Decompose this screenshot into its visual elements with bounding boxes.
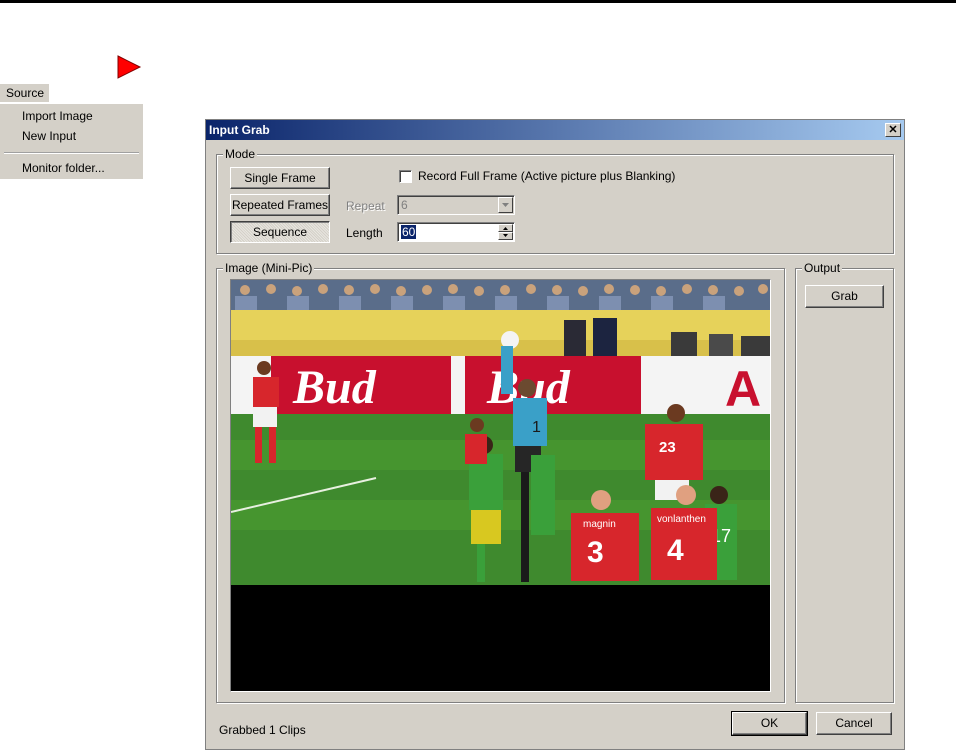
spin-up-icon[interactable]	[498, 224, 513, 232]
output-legend: Output	[802, 261, 843, 275]
menu-item-new-input[interactable]: New Input	[22, 127, 76, 145]
sequence-button[interactable]: Sequence	[230, 221, 330, 243]
record-full-frame-checkbox[interactable]	[399, 170, 412, 183]
shirt-1: 1	[532, 419, 541, 436]
status-text: Grabbed 1 Clips	[219, 723, 306, 737]
length-value[interactable]: 60	[401, 225, 417, 239]
grab-button[interactable]: Grab	[805, 285, 884, 308]
play-icon[interactable]	[108, 48, 148, 88]
top-rule	[0, 0, 956, 3]
title-bar[interactable]: Input Grab ✕	[206, 120, 904, 140]
mini-pic-preview: Bud Bud A	[230, 279, 771, 692]
ok-button[interactable]: OK	[731, 711, 808, 736]
repeated-frames-button[interactable]: Repeated Frames	[230, 194, 330, 216]
menu-separator	[4, 152, 139, 154]
dialog-title: Input Grab	[209, 123, 270, 137]
repeat-select[interactable]: 6	[397, 195, 515, 215]
shirt-23: 23	[659, 439, 676, 456]
shirt-name-vonlanthen: vonlanthen	[657, 514, 706, 525]
menu-item-monitor-folder[interactable]: Monitor folder...	[22, 159, 105, 177]
input-grab-dialog: Input Grab ✕ Mode Single Frame Repeated …	[205, 119, 905, 750]
shirt-4: 4	[667, 534, 684, 567]
repeat-label: Repeat	[346, 199, 385, 213]
source-context-menu: Import Image New Input Monitor folder...	[0, 104, 143, 179]
repeat-value: 6	[401, 198, 408, 212]
length-label: Length	[346, 226, 383, 240]
cancel-button[interactable]: Cancel	[816, 712, 892, 735]
soccer-frame-image: Bud Bud A	[231, 280, 770, 691]
output-group: Output Grab	[795, 261, 894, 703]
source-menu-header[interactable]: Source	[0, 84, 49, 102]
image-legend: Image (Mini-Pic)	[223, 261, 315, 275]
banner-a: A	[725, 361, 761, 417]
spin-down-icon[interactable]	[498, 232, 513, 240]
shirt-name-magnin: magnin	[583, 519, 616, 530]
shirt-3: 3	[587, 536, 604, 569]
length-spinbox[interactable]: 60	[397, 222, 515, 242]
record-full-frame-label: Record Full Frame (Active picture plus B…	[418, 169, 676, 183]
menu-item-import-image[interactable]: Import Image	[22, 107, 93, 125]
single-frame-button[interactable]: Single Frame	[230, 167, 330, 189]
banner-bud-1: Bud	[292, 361, 377, 414]
close-icon[interactable]: ✕	[885, 123, 901, 137]
mode-legend: Mode	[223, 147, 258, 161]
chevron-down-icon[interactable]	[498, 197, 513, 213]
mode-group: Mode Single Frame Repeated Frames Sequen…	[216, 147, 894, 254]
